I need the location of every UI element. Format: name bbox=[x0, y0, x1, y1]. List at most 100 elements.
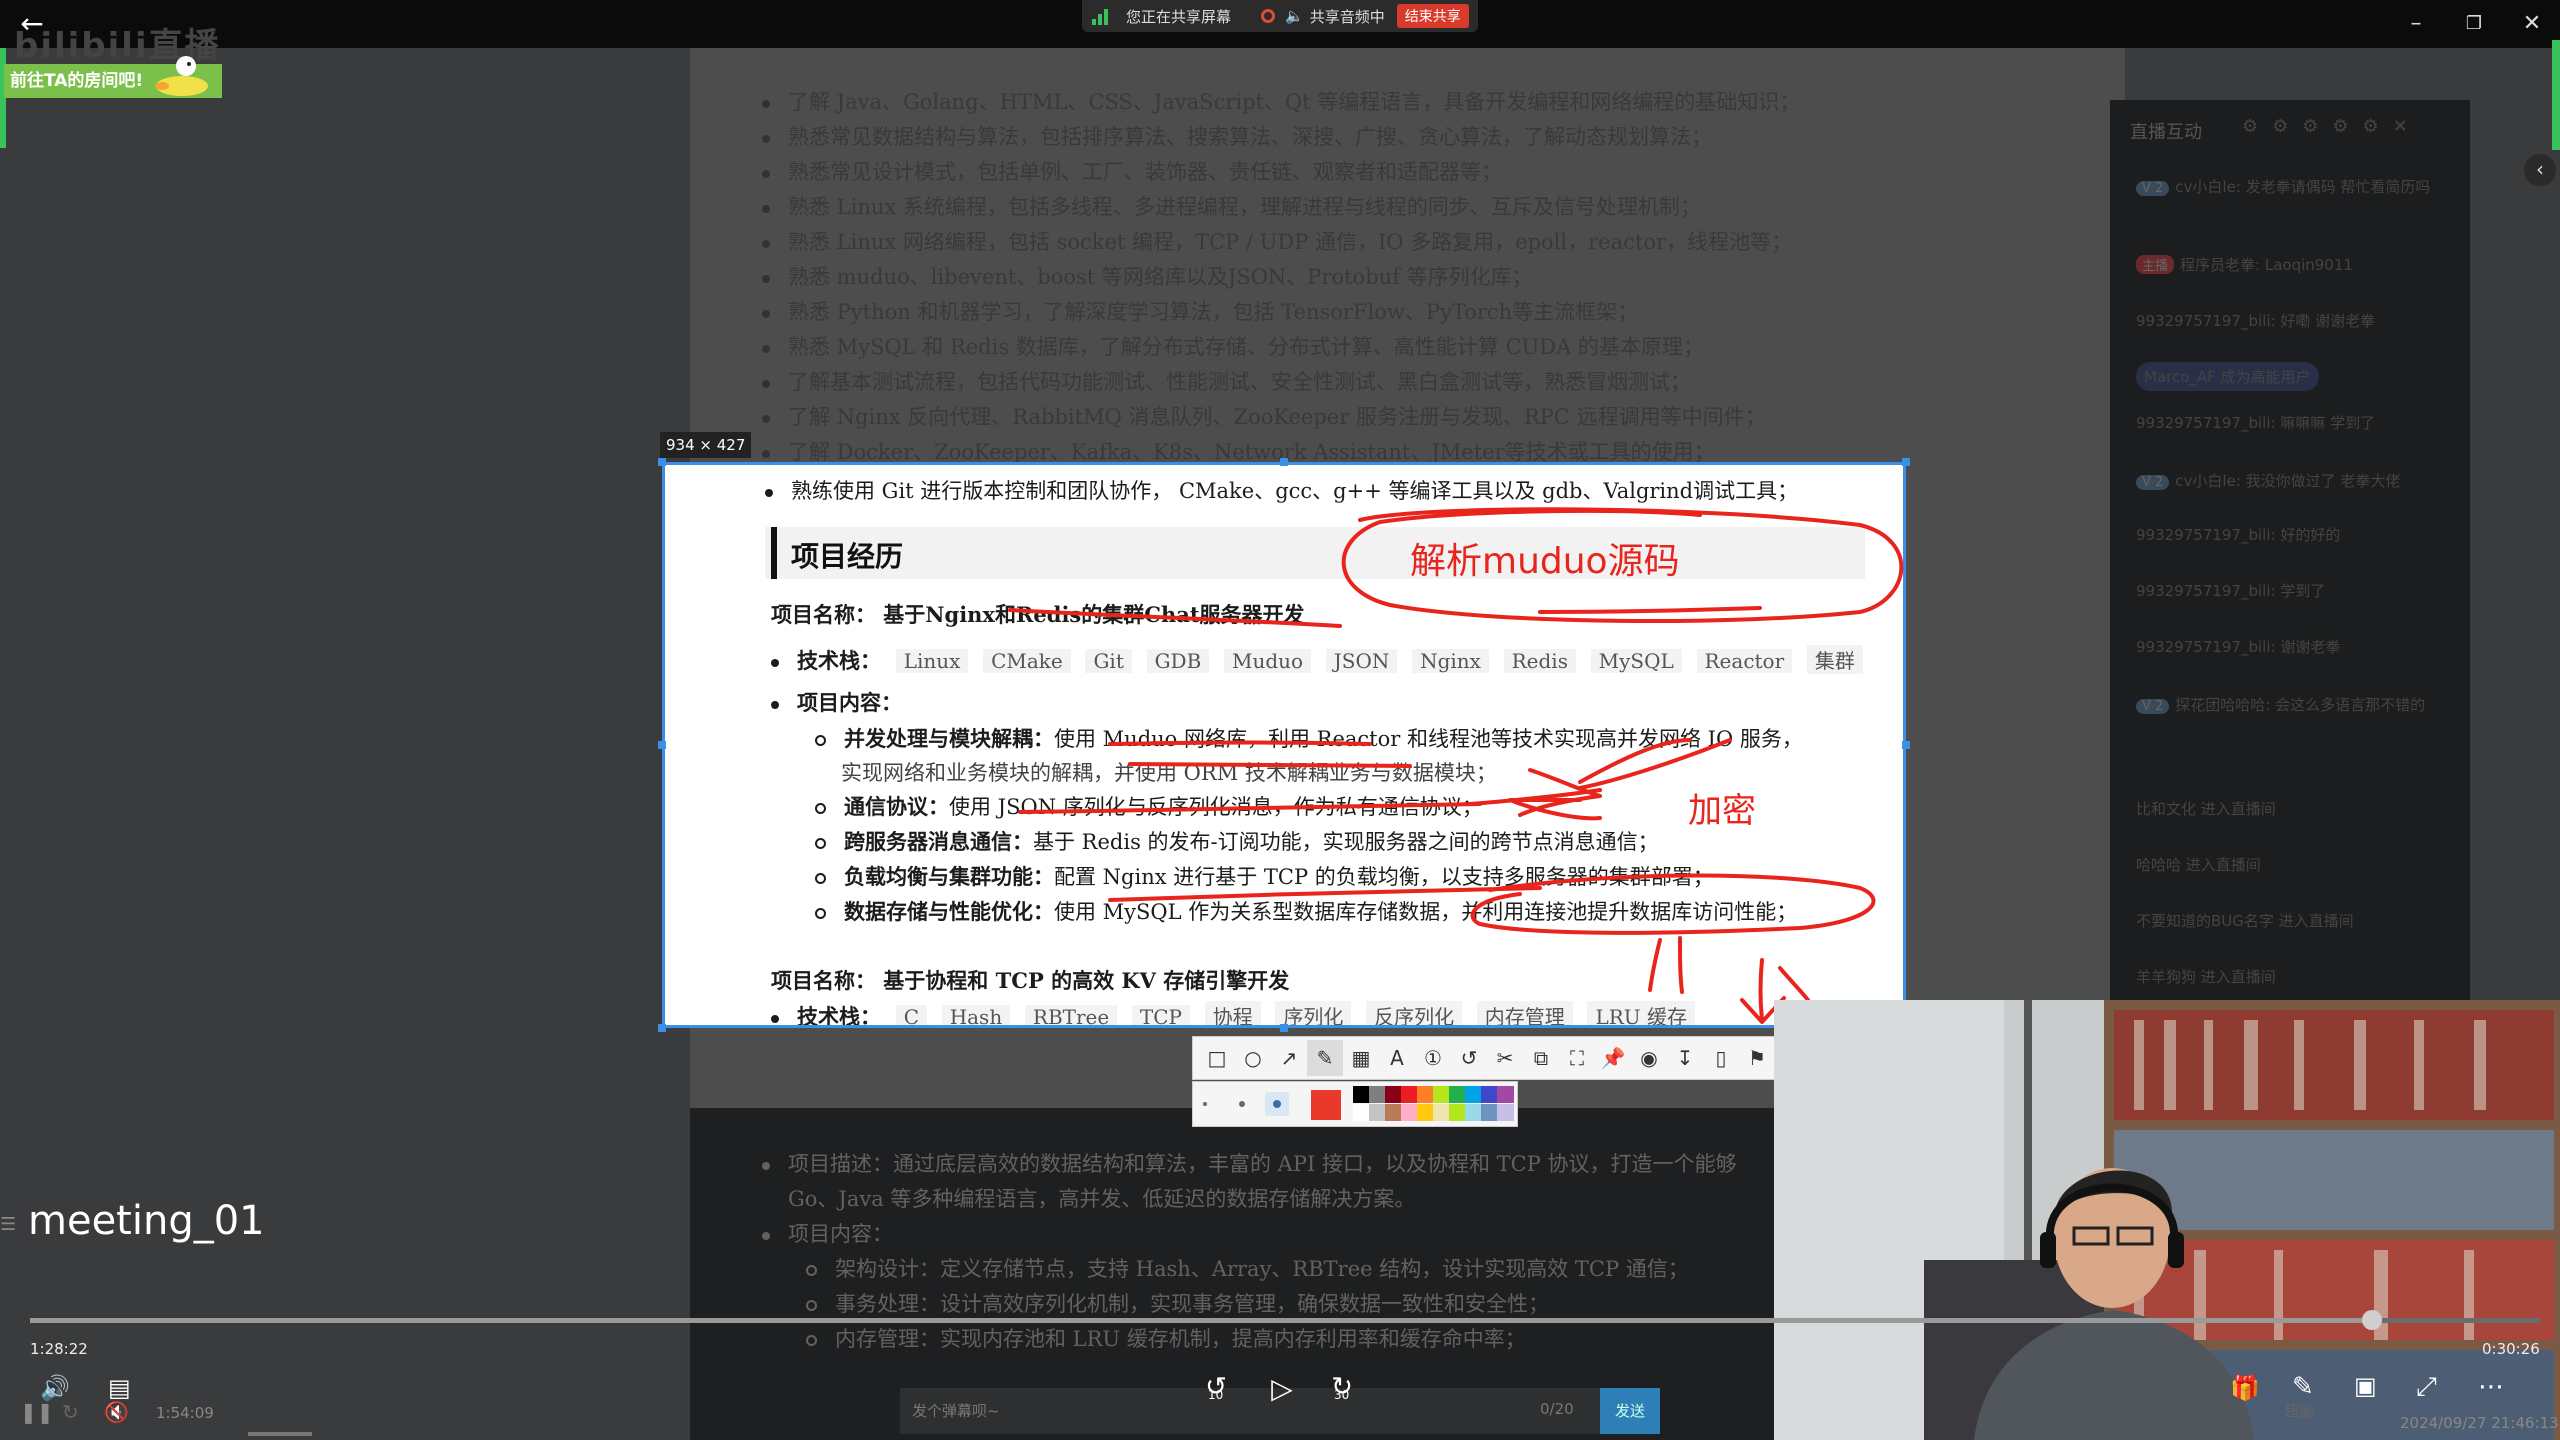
minimize-icon[interactable]: – bbox=[2396, 6, 2436, 42]
duck-mascot-icon bbox=[155, 56, 208, 96]
brush-size-large[interactable] bbox=[1265, 1092, 1289, 1116]
undo-icon[interactable]: ↺ bbox=[1451, 1040, 1487, 1076]
color-swatch[interactable] bbox=[1433, 1086, 1450, 1103]
color-swatch[interactable] bbox=[1353, 1104, 1370, 1121]
stack-tag: CMake bbox=[983, 649, 1071, 673]
pause-icon[interactable]: ❚❚ bbox=[20, 1400, 54, 1424]
volume-icon[interactable]: 🔊 bbox=[40, 1374, 70, 1402]
pip-icon[interactable]: ▣ bbox=[2354, 1372, 2377, 1400]
color-swatch[interactable] bbox=[1433, 1104, 1450, 1121]
datetime-watermark: 2024/09/27 21:46:13 bbox=[2400, 1414, 2559, 1432]
list-icon[interactable]: ☰ bbox=[0, 1214, 18, 1235]
brush-size-small[interactable] bbox=[1203, 1102, 1207, 1106]
gift-icon[interactable]: 🎁 bbox=[2230, 1374, 2260, 1402]
project1-item: 并发处理与模块解耦：使用 Muduo 网络库，利用 Reactor 和线程池等技… bbox=[815, 723, 1803, 753]
stack-tag: 内存管理 bbox=[1476, 1001, 1573, 1025]
total-time: 1:54:09 bbox=[156, 1404, 214, 1422]
list-item: 熟悉 muduo、libevent、boost 等网络库以及JSON、Proto… bbox=[762, 261, 1800, 296]
color-swatch[interactable] bbox=[1353, 1086, 1370, 1103]
color-swatch[interactable] bbox=[1369, 1086, 1386, 1103]
list-item: 了解基本测试流程，包括代码功能测试、性能测试、安全性测试、黑白盒测试等，熟悉冒烟… bbox=[762, 366, 1800, 401]
subtitle-icon[interactable]: ▤ bbox=[108, 1374, 131, 1402]
mini-progress bbox=[248, 1432, 312, 1436]
pen-icon[interactable]: ✎ bbox=[1307, 1040, 1343, 1076]
arrow-icon[interactable]: ↗ bbox=[1271, 1040, 1307, 1076]
list-item: 了解 Java、Golang、HTML、CSS、JavaScript、Qt 等编… bbox=[762, 86, 1800, 121]
download-icon[interactable]: ↧ bbox=[1667, 1040, 1703, 1076]
play-icon[interactable]: ▷ bbox=[1262, 1372, 1302, 1405]
color-swatch[interactable] bbox=[1481, 1086, 1498, 1103]
copy-icon[interactable]: ⧉ bbox=[1523, 1040, 1559, 1076]
color-swatch[interactable] bbox=[1497, 1086, 1514, 1103]
send-button[interactable]: 发送 bbox=[1600, 1388, 1660, 1434]
chat-toolbar-icons[interactable]: ⚙⚙⚙⚙⚙✕ bbox=[2242, 116, 2422, 137]
resize-handle[interactable] bbox=[1280, 1024, 1288, 1032]
stack-tag: JSON bbox=[1325, 649, 1398, 673]
chat-message: 99329757197_bili: 谢谢老拳 bbox=[2136, 638, 2341, 656]
restore-icon[interactable]: ❐ bbox=[2454, 6, 2494, 42]
color-swatch[interactable] bbox=[1465, 1086, 1482, 1103]
number-icon[interactable]: ① bbox=[1415, 1040, 1451, 1076]
resize-handle[interactable] bbox=[658, 741, 666, 749]
section-header-bg bbox=[765, 527, 1865, 579]
bookmark-icon[interactable]: ⚑ bbox=[1739, 1040, 1775, 1076]
color-swatch[interactable] bbox=[1385, 1086, 1402, 1103]
fullscreen-icon[interactable]: ⤢ bbox=[2416, 1372, 2437, 1403]
mosaic-icon[interactable]: ▦ bbox=[1343, 1040, 1379, 1076]
forward-icon[interactable]: ↻ 30 bbox=[1322, 1372, 1362, 1402]
color-swatch[interactable] bbox=[1449, 1104, 1466, 1121]
color-swatch[interactable] bbox=[1401, 1104, 1418, 1121]
chat-message: 99329757197_bili: 嘛嘛嘛 学到了 bbox=[2136, 414, 2376, 432]
chat-message: V 2 cv小白le: 发老拳请偶码 帮忙看简历吗 bbox=[2136, 176, 2430, 197]
progress-knob[interactable] bbox=[2361, 1310, 2382, 1330]
record-icon[interactable] bbox=[1261, 9, 1276, 23]
rectangle-icon[interactable]: □ bbox=[1199, 1040, 1235, 1076]
remaining-time: 0:30:26 bbox=[2482, 1340, 2540, 1358]
screenshot-selection-region[interactable]: 熟练使用 Git 进行版本控制和团队协作， CMake、gcc、g++ 等编译工… bbox=[662, 462, 1906, 1028]
chat-message: V 2 cv小白le: 我没你做过了 老拳大佬 bbox=[2136, 470, 2400, 491]
end-share-button[interactable]: 结束共享 bbox=[1396, 4, 1469, 28]
rewind-seconds: 10 bbox=[1208, 1388, 1224, 1402]
record-icon[interactable]: ◉ bbox=[1631, 1040, 1667, 1076]
current-color-swatch[interactable] bbox=[1311, 1090, 1341, 1120]
project1-name: 项目名称： 基于Nginx和Redis的集群Chat服务器开发 bbox=[771, 602, 1305, 627]
color-swatch[interactable] bbox=[1465, 1104, 1482, 1121]
project1-item: 通信协议：使用 JSON 序列化与反序列化消息，作为私有通信协议； bbox=[815, 791, 1483, 821]
project1-item: 数据存储与性能优化：使用 MySQL 作为关系型数据库存储数据，并利用连接池提升… bbox=[815, 896, 1797, 926]
color-swatch[interactable] bbox=[1497, 1104, 1514, 1121]
more-icon[interactable]: ⋯ bbox=[2478, 1372, 2504, 1402]
section-header-bar bbox=[771, 527, 777, 579]
color-swatch[interactable] bbox=[1417, 1104, 1434, 1121]
danmaku-char-count: 0/20 bbox=[1540, 1400, 1574, 1418]
save-icon[interactable]: ▯ bbox=[1703, 1040, 1739, 1076]
color-swatch[interactable] bbox=[1449, 1086, 1466, 1103]
color-swatch[interactable] bbox=[1401, 1086, 1418, 1103]
brush-size-medium[interactable] bbox=[1239, 1101, 1245, 1107]
pin-icon[interactable]: 📌 bbox=[1595, 1040, 1631, 1076]
color-swatch[interactable] bbox=[1385, 1104, 1402, 1121]
resize-handle[interactable] bbox=[1280, 458, 1288, 466]
color-swatch[interactable] bbox=[1481, 1104, 1498, 1121]
color-swatch[interactable] bbox=[1369, 1104, 1386, 1121]
close-icon[interactable]: ✕ bbox=[2512, 6, 2552, 42]
loop-icon[interactable]: ↻ bbox=[62, 1400, 79, 1424]
resize-handle[interactable] bbox=[658, 1024, 666, 1032]
rewind-icon[interactable]: ↺ 10 bbox=[1196, 1372, 1236, 1402]
list-item: 熟悉常见设计模式，包括单例、工厂、装饰器、责任链、观察者和适配器等； bbox=[762, 156, 1800, 191]
ellipse-icon[interactable]: ○ bbox=[1235, 1040, 1271, 1076]
chat-message: 哈哈哈 进入直播间 bbox=[2136, 856, 2261, 874]
chevron-left-icon[interactable]: ‹ bbox=[2524, 154, 2556, 186]
resize-handle[interactable] bbox=[1902, 458, 1910, 466]
color-swatch[interactable] bbox=[1417, 1086, 1434, 1103]
edit-pencil-icon[interactable]: ✎ bbox=[2292, 1372, 2314, 1402]
audio-status-text: 共享音频中 bbox=[1309, 7, 1385, 26]
ocr-icon[interactable]: ⛶ bbox=[1559, 1040, 1595, 1076]
resize-handle[interactable] bbox=[1902, 741, 1910, 749]
forward-seconds: 30 bbox=[1334, 1388, 1350, 1402]
mute-icon[interactable]: 🔇 bbox=[104, 1400, 129, 1424]
back-arrow-icon[interactable]: ← bbox=[14, 6, 50, 42]
text-icon[interactable]: A bbox=[1379, 1040, 1415, 1076]
cut-icon[interactable]: ✂ bbox=[1487, 1040, 1523, 1076]
resize-handle[interactable] bbox=[658, 458, 666, 466]
list-item: 内存管理：实现内存池和 LRU 缓存机制，提高内存利用率和缓存命中率； bbox=[762, 1323, 1737, 1358]
